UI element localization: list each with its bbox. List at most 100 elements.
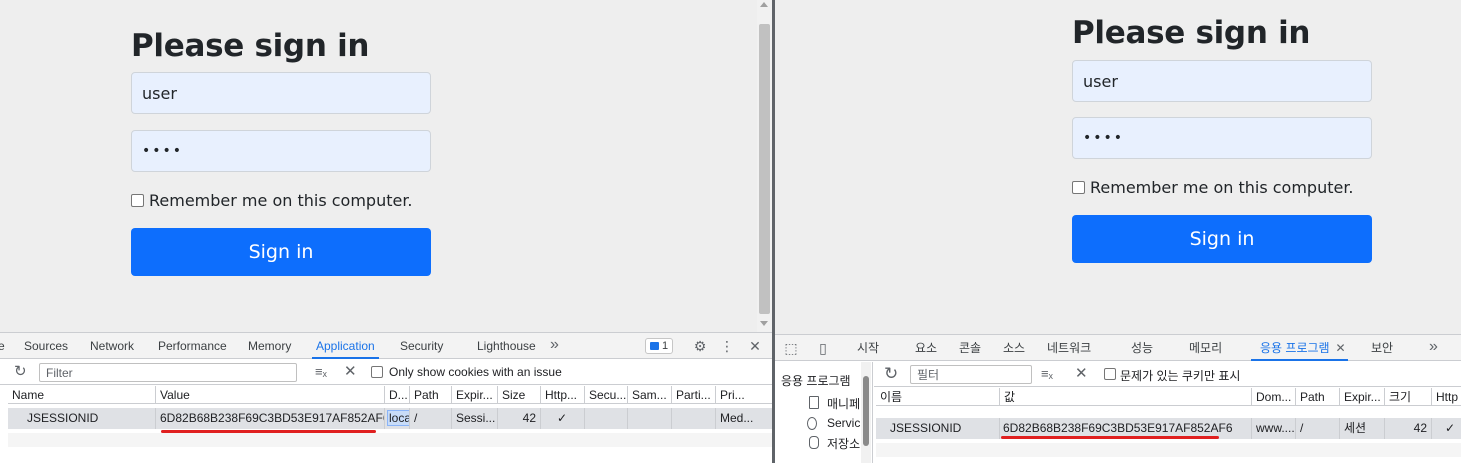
devtools-panel: ⬚ ▯ 시작 요소 콘솔 소스 네트워크 성능 메모리 응용 프로그램 ✕ 보안… (775, 334, 1461, 463)
tab-network[interactable]: Network (90, 333, 134, 359)
tab-performance[interactable]: 성능 (1131, 335, 1153, 361)
tab-console[interactable]: 콘솔 (959, 335, 981, 361)
close-tab-icon[interactable]: ✕ (1336, 335, 1346, 361)
only-issues-checkbox[interactable] (371, 366, 383, 378)
application-sidebar: 응용 프로그램 매니페 Servic 저장소 (775, 362, 873, 463)
signin-button[interactable]: Sign in (1072, 215, 1372, 263)
kebab-menu-icon[interactable]: ⋮ (719, 333, 735, 359)
tab-sources[interactable]: 소스 (1003, 335, 1025, 361)
col-size[interactable]: 크기 (1385, 388, 1432, 406)
scroll-up-icon[interactable] (760, 2, 768, 7)
tab-application[interactable]: 응용 프로그램 ✕ (1251, 335, 1348, 361)
sidebar-scrollbar[interactable] (861, 362, 871, 463)
col-size[interactable]: Size (498, 386, 541, 404)
col-path[interactable]: Path (1296, 388, 1340, 406)
clear-filtered-icon[interactable]: ≡ₓ (1041, 364, 1053, 384)
remember-me[interactable]: Remember me on this computer. (131, 191, 413, 210)
tab-network[interactable]: 네트워크 (1047, 335, 1091, 361)
inspect-icon[interactable]: ⬚ (781, 335, 801, 361)
col-name[interactable]: 이름 (876, 388, 1000, 406)
tab-security[interactable]: 보안 (1371, 335, 1393, 361)
file-icon (809, 396, 819, 409)
scroll-down-icon[interactable] (760, 321, 768, 326)
value-highlight-underline (1001, 436, 1219, 439)
sidebar-scroll-thumb[interactable] (863, 376, 869, 446)
cookie-name: JSESSIONID (876, 418, 1000, 439)
cookie-table-header: Name Value D... Path Expir... Size Http.… (8, 386, 772, 404)
remember-checkbox[interactable] (1072, 181, 1085, 194)
gear-icon[interactable]: ⚙ (690, 333, 710, 359)
cookie-httponly: ✓ (1444, 421, 1455, 435)
close-icon[interactable]: ✕ (746, 333, 764, 359)
tab-sources[interactable]: Sources (24, 333, 68, 359)
devtools-panel: e Sources Network Performance Memory App… (0, 332, 772, 463)
tab-elements[interactable]: 요소 (915, 335, 937, 361)
col-expires[interactable]: Expir... (1340, 388, 1385, 406)
gear-icon (807, 417, 817, 430)
col-name[interactable]: Name (8, 386, 156, 404)
col-expires[interactable]: Expir... (452, 386, 498, 404)
col-samesite[interactable]: Sam... (628, 386, 672, 404)
sidebar-item-service-workers[interactable]: Servic (827, 416, 860, 430)
cookie-value: 6D82B68B238F69C3BD53E917AF852AF6 (156, 408, 385, 429)
delete-icon[interactable]: ✕ (344, 362, 357, 382)
empty-row (876, 443, 1461, 457)
issues-badge[interactable]: 1 (645, 338, 673, 354)
page-scrollbar[interactable] (757, 0, 772, 332)
cookie-partition (672, 408, 716, 429)
col-httponly[interactable]: Http (1432, 388, 1461, 406)
only-issues-label: Only show cookies with an issue (389, 365, 562, 379)
device-toggle-icon[interactable]: ▯ (813, 335, 833, 361)
login-page: Please sign in user •••• Remember me on … (0, 0, 772, 332)
cookie-expires: Sessi... (452, 408, 498, 429)
password-input[interactable]: •••• (131, 130, 431, 172)
cookie-priority: Med... (720, 411, 754, 425)
filter-input[interactable]: 필터 (910, 365, 1032, 384)
cookie-name: JSESSIONID (8, 408, 156, 429)
col-priority[interactable]: Pri... (716, 386, 772, 404)
col-secure[interactable]: Secu... (585, 386, 628, 404)
col-value[interactable]: Value (156, 386, 385, 404)
scroll-thumb[interactable] (759, 24, 770, 314)
devtools-tabbar: e Sources Network Performance Memory App… (0, 333, 772, 359)
clear-filtered-icon[interactable]: ≡ₓ (315, 362, 327, 382)
signin-button[interactable]: Sign in (131, 228, 431, 276)
login-title: Please sign in (1072, 15, 1311, 51)
more-tabs-icon[interactable]: » (550, 333, 559, 359)
col-domain[interactable]: D... (385, 386, 410, 404)
refresh-icon[interactable]: ↻ (884, 364, 898, 384)
col-httponly[interactable]: Http... (541, 386, 585, 404)
tab-memory[interactable]: Memory (248, 333, 291, 359)
tab-lighthouse[interactable]: Lighthouse (477, 333, 536, 359)
right-browser-pane: Please sign in user •••• Remember me on … (775, 0, 1461, 463)
password-input[interactable]: •••• (1072, 117, 1372, 159)
sidebar-item-storage[interactable]: 저장소 (827, 435, 860, 452)
remember-me[interactable]: Remember me on this computer. (1072, 178, 1354, 197)
tab-memory[interactable]: 메모리 (1189, 335, 1222, 361)
username-input[interactable]: user (1072, 60, 1372, 102)
remember-checkbox[interactable] (131, 194, 144, 207)
value-highlight-underline (161, 430, 376, 433)
only-issues-checkbox[interactable] (1104, 368, 1116, 380)
cookie-path: / (410, 408, 452, 429)
col-partition[interactable]: Parti... (672, 386, 716, 404)
refresh-icon[interactable]: ↻ (14, 362, 27, 382)
more-tabs-icon[interactable]: » (1429, 335, 1438, 361)
filter-input[interactable]: Filter (39, 363, 297, 382)
delete-icon[interactable]: ✕ (1075, 364, 1088, 384)
cookie-secure (585, 408, 628, 429)
cookie-expires: 세션 (1340, 418, 1385, 439)
tab-elements[interactable]: e (0, 333, 5, 359)
col-domain[interactable]: Dom... (1252, 388, 1296, 406)
table-row[interactable]: JSESSIONID 6D82B68B238F69C3BD53E917AF852… (8, 408, 772, 429)
cookie-domain-edit[interactable]: loca (387, 410, 409, 426)
col-value[interactable]: 값 (1000, 388, 1252, 406)
cookie-toolbar: ↻ 필터 ≡ₓ ✕ 문제가 있는 쿠키만 표시 (874, 362, 1461, 387)
tab-security[interactable]: Security (400, 333, 443, 359)
tab-performance[interactable]: Performance (158, 333, 227, 359)
tab-application[interactable]: Application (312, 333, 379, 359)
sidebar-item-manifest[interactable]: 매니페 (827, 395, 860, 412)
username-input[interactable]: user (131, 72, 431, 114)
tab-welcome[interactable]: 시작 (857, 335, 879, 361)
col-path[interactable]: Path (410, 386, 452, 404)
